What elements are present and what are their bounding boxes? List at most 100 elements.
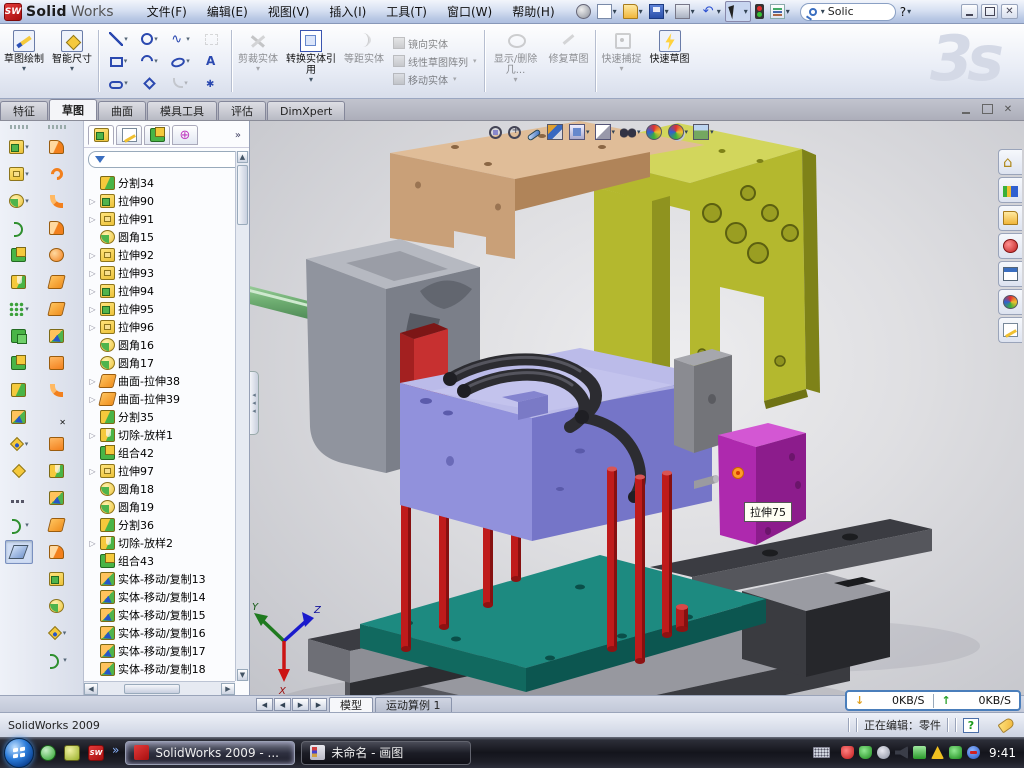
input-method-keyboard-icon[interactable] xyxy=(813,747,830,758)
tree-item[interactable]: 组合43 xyxy=(86,552,235,570)
toolbar-grip[interactable] xyxy=(10,125,28,129)
view-tool-button[interactable]: ▾ xyxy=(568,123,591,141)
move-entities-button[interactable]: 移动实体▾ xyxy=(390,71,480,88)
tree-item[interactable]: ▷ 拉伸97 xyxy=(86,462,235,480)
badge-icon[interactable] xyxy=(877,746,890,759)
tree-item[interactable]: 圆角19 xyxy=(86,498,235,516)
scroll-right-arrow[interactable]: ▶ xyxy=(221,683,235,695)
sketch-entity-button[interactable] xyxy=(196,72,227,94)
surface-tool-button[interactable] xyxy=(43,567,71,591)
tree-item[interactable]: 实体-移动/复制18 xyxy=(86,660,235,678)
surface-tool-button[interactable] xyxy=(43,243,71,267)
design-library-tab[interactable] xyxy=(998,177,1022,203)
blue-icon[interactable] xyxy=(967,746,980,759)
view-tool-button[interactable]: ▾ xyxy=(594,123,617,141)
surface-tool-button[interactable] xyxy=(43,378,71,402)
tree-item[interactable]: 实体-移动/复制17 xyxy=(86,642,235,660)
command-tab[interactable]: 草图 xyxy=(49,99,97,120)
tree-item[interactable]: ▷ 曲面-拉伸38 xyxy=(86,372,235,390)
taskbar-window-button[interactable]: 未命名 - 画图 xyxy=(301,741,471,765)
expand-arrow[interactable]: ▷ xyxy=(88,269,97,278)
sketch-entity-button[interactable] xyxy=(196,28,227,50)
sketch-entity-button[interactable] xyxy=(196,50,227,72)
trim-entities-button[interactable]: 剪裁实体▾ xyxy=(235,26,281,96)
expand-arrow[interactable]: ▷ xyxy=(88,215,97,224)
tree-item[interactable]: 实体-移动/复制15 xyxy=(86,606,235,624)
surface-tool-button[interactable] xyxy=(43,270,71,294)
feature-tool-button[interactable] xyxy=(5,378,33,402)
expand-arrow[interactable]: ▷ xyxy=(88,305,97,314)
ejector-pins-right[interactable] xyxy=(607,467,672,665)
rail-end-block[interactable] xyxy=(742,573,890,677)
feature-tool-button[interactable] xyxy=(5,351,33,375)
tree-item[interactable]: ▷ 拉伸96 xyxy=(86,318,235,336)
surface-tool-button[interactable] xyxy=(43,162,71,186)
sketch-entity-button[interactable] xyxy=(134,72,165,94)
panel-overflow-chevron[interactable]: » xyxy=(231,130,245,141)
expand-arrow[interactable]: ▷ xyxy=(88,323,97,332)
expand-arrow[interactable]: ▷ xyxy=(88,287,97,296)
select-button[interactable]: ▾ xyxy=(725,1,751,22)
tree-item[interactable]: 分割36 xyxy=(86,516,235,534)
menu-item[interactable]: 视图(V) xyxy=(259,0,319,23)
clock[interactable]: 9:41 xyxy=(989,746,1016,760)
save-button[interactable]: ▾ xyxy=(647,2,671,21)
menu-item[interactable]: 插入(I) xyxy=(320,0,375,23)
tab-nav-button[interactable]: ◀ xyxy=(274,698,291,711)
convert-entities-button[interactable]: 转换实体引用▾ xyxy=(283,26,339,96)
surface-tool-button[interactable] xyxy=(43,351,71,375)
quick-launch-app-icon[interactable] xyxy=(64,745,80,761)
surface-tool-button[interactable] xyxy=(43,513,71,537)
undo-button[interactable]: ↶▾ xyxy=(699,2,723,21)
command-tab[interactable]: 曲面 xyxy=(98,101,146,120)
scroll-thumb[interactable] xyxy=(237,165,248,225)
surface-tool-button[interactable] xyxy=(43,405,71,429)
feature-tool-button[interactable] xyxy=(5,405,33,429)
network-speed-widget[interactable]: ↓ 0KB/S ↑ 0KB/S xyxy=(845,690,1021,711)
tree-item[interactable]: 分割34 xyxy=(86,174,235,192)
menu-item[interactable]: 帮助(H) xyxy=(503,0,563,23)
doc-close-button[interactable]: ✕ xyxy=(1000,102,1016,116)
tree-item[interactable]: ▷ 拉伸94 xyxy=(86,282,235,300)
tree-item[interactable]: 实体-移动/复制13 xyxy=(86,570,235,588)
gphone-icon[interactable] xyxy=(913,746,926,759)
file-explorer-tab[interactable] xyxy=(998,205,1022,231)
doc-restore-button[interactable] xyxy=(979,102,995,116)
tree-item[interactable]: ▷ 拉伸95 xyxy=(86,300,235,318)
greenshield-icon[interactable] xyxy=(859,746,872,759)
toolbar-grip[interactable] xyxy=(48,125,66,129)
surface-tool-button[interactable]: ▾ xyxy=(43,621,71,645)
tree-item[interactable]: ▷ 拉伸93 xyxy=(86,264,235,282)
open-file-button[interactable]: ▾ xyxy=(621,2,645,21)
view-tool-button[interactable] xyxy=(526,126,543,139)
tree-horizontal-scrollbar[interactable]: ◀ ▶ xyxy=(84,681,235,695)
redshield-icon[interactable] xyxy=(841,746,854,759)
quick-tips-button[interactable]: ? xyxy=(963,718,979,733)
new-file-button[interactable]: ▾ xyxy=(595,2,619,21)
quick-launch-messenger-icon[interactable] xyxy=(40,745,56,761)
speaker-icon[interactable] xyxy=(895,746,908,759)
tree-item[interactable]: 分割35 xyxy=(86,408,235,426)
surface-tool-button[interactable] xyxy=(43,540,71,564)
feature-tool-button[interactable] xyxy=(5,324,33,348)
surface-tool-button[interactable] xyxy=(43,594,71,618)
expand-arrow[interactable]: ▷ xyxy=(88,377,97,386)
surface-tool-button[interactable] xyxy=(43,135,71,159)
tree-item[interactable]: ▷ 拉伸91 xyxy=(86,210,235,228)
property-manager-tab[interactable] xyxy=(116,125,142,145)
scroll-down-arrow[interactable]: ▼ xyxy=(237,669,248,681)
surface-tool-button[interactable] xyxy=(43,216,71,240)
expand-arrow[interactable]: ▷ xyxy=(88,395,97,404)
view-tool-button[interactable]: ▾ xyxy=(667,123,690,141)
resources-tab[interactable]: ⌂ xyxy=(998,149,1022,175)
tree-item[interactable]: 圆角17 xyxy=(86,354,235,372)
sketch-entity-button[interactable]: ▾ xyxy=(134,50,165,72)
surface-tool-button[interactable] xyxy=(43,486,71,510)
expand-arrow[interactable]: ▷ xyxy=(88,251,97,260)
menu-item[interactable]: 编辑(E) xyxy=(198,0,257,23)
command-tab[interactable]: 模具工具 xyxy=(147,101,217,120)
display-delete-relations-button[interactable]: 显示/删除几...▾ xyxy=(488,26,544,96)
mirror-entities-button[interactable]: 镜向实体 xyxy=(390,35,480,52)
surface-tool-button[interactable] xyxy=(43,459,71,483)
expand-arrow[interactable]: ▷ xyxy=(88,539,97,548)
